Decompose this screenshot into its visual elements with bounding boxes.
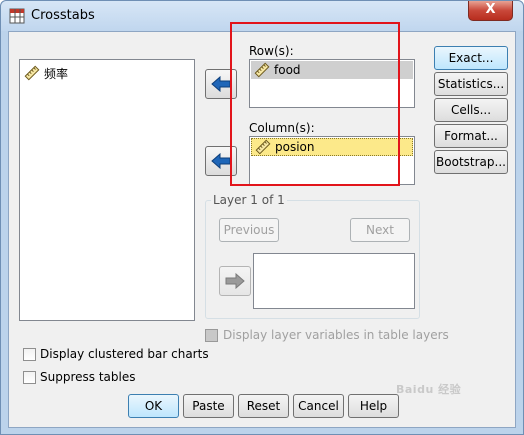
- exact-button[interactable]: Exact...: [434, 46, 508, 70]
- watermark: Baidu 经验: [396, 383, 462, 396]
- cells-button[interactable]: Cells...: [434, 98, 508, 122]
- annotation-highlight-box: [230, 22, 400, 186]
- previous-button[interactable]: Previous: [219, 218, 279, 242]
- clustered-bar-label: Display clustered bar charts: [40, 347, 209, 361]
- format-button[interactable]: Format...: [434, 124, 508, 148]
- ok-button[interactable]: OK: [128, 394, 179, 418]
- paste-button[interactable]: Paste: [183, 394, 234, 418]
- suppress-tables-label: Suppress tables: [40, 370, 136, 384]
- layer-title: Layer 1 of 1: [211, 193, 287, 207]
- statistics-button[interactable]: Statistics...: [434, 72, 508, 96]
- display-layer-checkbox[interactable]: [205, 329, 218, 342]
- close-icon: X: [485, 2, 496, 17]
- arrow-left-icon: [211, 76, 231, 92]
- layer-list[interactable]: [253, 253, 415, 309]
- cancel-button[interactable]: Cancel: [293, 394, 344, 418]
- next-button[interactable]: Next: [350, 218, 410, 242]
- window-title: Crosstabs: [31, 8, 95, 23]
- arrow-left-icon: [211, 153, 231, 169]
- bootstrap-button[interactable]: Bootstrap...: [434, 150, 508, 174]
- list-item[interactable]: 频率: [24, 64, 68, 82]
- close-button[interactable]: X: [468, 1, 513, 21]
- move-to-layer-button[interactable]: [219, 266, 251, 296]
- source-variable-list[interactable]: 频率: [19, 59, 195, 321]
- reset-button[interactable]: Reset: [238, 394, 289, 418]
- display-layer-label: Display layer variables in table layers: [223, 328, 449, 342]
- clustered-bar-checkbox[interactable]: [23, 348, 36, 361]
- crosstabs-dialog: Crosstabs X 频率 Row(s): food Column(s): p…: [0, 0, 524, 435]
- help-button[interactable]: Help: [348, 394, 399, 418]
- ruler-icon: [24, 65, 40, 81]
- suppress-tables-checkbox[interactable]: [23, 371, 36, 384]
- variable-label: 频率: [44, 66, 69, 81]
- crosstabs-app-icon: [9, 8, 25, 24]
- arrow-right-icon: [225, 273, 245, 289]
